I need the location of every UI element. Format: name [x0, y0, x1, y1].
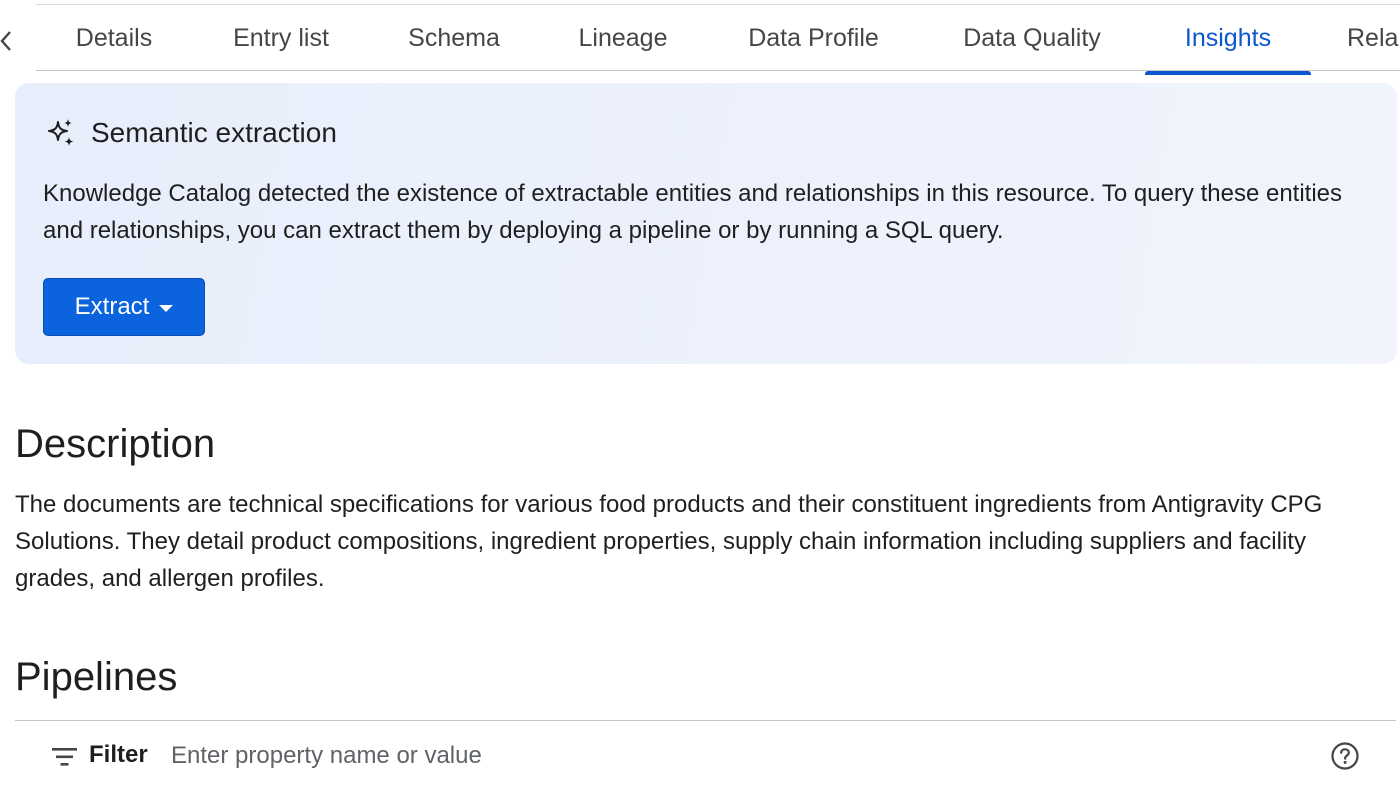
filter-input[interactable] [171, 735, 1171, 777]
extract-button-label: Extract [74, 293, 150, 320]
tab-bar: Details Entry list Schema Lineage Data P… [0, 5, 1400, 75]
active-tab-indicator [1145, 71, 1311, 75]
tab-data-profile[interactable]: Data Profile [742, 5, 885, 71]
tab-schema[interactable]: Schema [405, 5, 503, 71]
tab-bar-divider [36, 70, 1400, 71]
semantic-extraction-card: Semantic extraction Knowledge Catalog de… [15, 83, 1397, 364]
filter-label: Filter [89, 741, 148, 768]
tab-relationships[interactable]: Rela [1347, 5, 1400, 71]
caret-down-icon [159, 304, 174, 312]
help-icon[interactable] [1330, 741, 1360, 771]
tab-entry-list[interactable]: Entry list [227, 5, 335, 71]
description-heading: Description [15, 422, 216, 466]
description-text: The documents are technical specificatio… [15, 491, 1323, 592]
extract-button[interactable]: Extract [43, 278, 205, 336]
tab-data-quality[interactable]: Data Quality [956, 5, 1108, 71]
pipelines-heading: Pipelines [15, 655, 178, 699]
card-header: Semantic extraction [45, 115, 337, 151]
tab-insights[interactable]: Insights [1179, 5, 1277, 71]
card-description: Knowledge Catalog detected the existence… [43, 180, 1343, 244]
insights-page: Details Entry list Schema Lineage Data P… [0, 0, 1400, 791]
filter-icon [51, 745, 79, 769]
pipelines-filter-bar: Filter [15, 721, 1396, 791]
chevron-left-icon[interactable] [0, 29, 16, 53]
tab-lineage[interactable]: Lineage [575, 5, 671, 71]
sparkle-icon [45, 117, 77, 149]
tab-details[interactable]: Details [72, 5, 156, 71]
card-title: Semantic extraction [91, 117, 337, 148]
